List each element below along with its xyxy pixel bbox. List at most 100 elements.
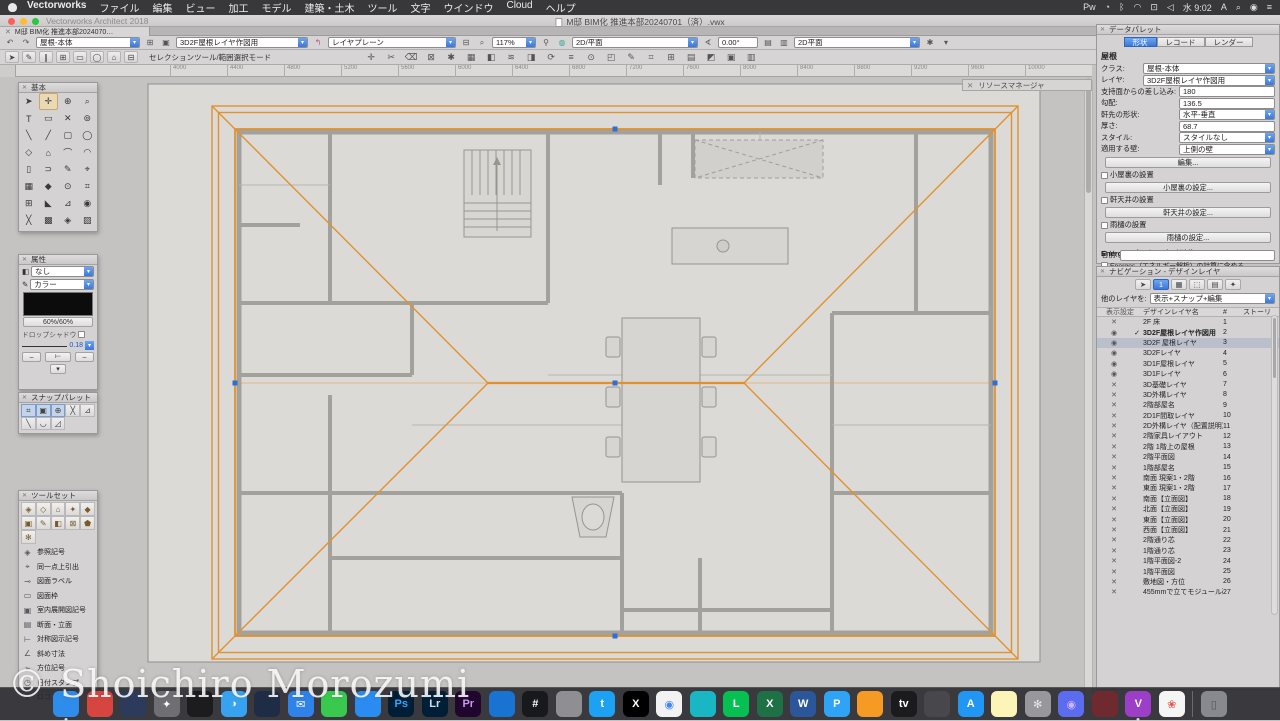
basic-tool-13[interactable]: ⌂	[39, 144, 59, 161]
nav-viewports-icon[interactable]: ⬚	[1189, 279, 1205, 290]
field-dropdown-7[interactable]: 上側の壁▾	[1179, 144, 1275, 155]
basic-tool-23[interactable]: ⌗	[78, 178, 98, 195]
field-dropdown-1[interactable]: 3D2F屋根レイヤ作図用▾	[1143, 75, 1275, 86]
layer-visibility-icon[interactable]: ✕	[1097, 484, 1131, 492]
name-input[interactable]	[1120, 250, 1275, 261]
dock-icon-line[interactable]: L	[723, 691, 749, 717]
volume-icon[interactable]: ◁	[1167, 2, 1174, 13]
basic-tool-31[interactable]: ▨	[78, 212, 98, 229]
selection-mode-icon[interactable]: ➤	[5, 51, 19, 63]
handle-left[interactable]	[233, 381, 238, 386]
option-button-0[interactable]: 小屋裏の設定...	[1105, 182, 1271, 193]
layer-visibility-icon[interactable]: ✕	[1097, 526, 1131, 534]
end-marker-button[interactable]: –	[75, 352, 94, 362]
basic-tool-27[interactable]: ◉	[78, 195, 98, 212]
palette-close-icon[interactable]: ✕	[22, 394, 27, 401]
nav-saved-views-icon[interactable]: ▤	[1207, 279, 1223, 290]
layer-link-icon[interactable]: ↰	[312, 37, 324, 48]
minimize-window-button[interactable]	[20, 18, 27, 25]
basic-tool-3[interactable]: ⌕	[78, 93, 98, 110]
dropdown-arrow-icon[interactable]: ▾	[526, 38, 535, 47]
color-swatch[interactable]	[23, 292, 93, 316]
layer-row-2[interactable]: ◉✓3D2F屋根レイヤ作図用2	[1097, 327, 1279, 337]
class-dropdown[interactable]: 屋根-本体▾	[36, 37, 140, 48]
handle-top[interactable]	[613, 127, 618, 132]
line-weight-dropdown[interactable]: ▾	[85, 341, 94, 350]
data-palette-header[interactable]: ✕ データパレット	[1097, 25, 1279, 35]
clock-status-icon[interactable]: ◔	[1105, 2, 1110, 13]
field-dropdown-4[interactable]: 水平-垂直▾	[1179, 109, 1275, 120]
basic-tool-2[interactable]: ⊕	[58, 93, 78, 110]
column-tool-icon[interactable]: ▥	[744, 51, 758, 63]
zoom-dropdown[interactable]: 117%▾	[492, 37, 536, 48]
pen-icon[interactable]: ✎	[22, 280, 28, 289]
basic-tool-8[interactable]: ╲	[19, 127, 39, 144]
drag-mode-icon[interactable]: ⊟	[124, 51, 138, 63]
basic-tool-6[interactable]: ✕	[58, 110, 78, 127]
data-tab-レコード[interactable]: レコード	[1157, 37, 1205, 47]
star-tool-icon[interactable]: ✱	[444, 51, 458, 63]
dock-icon-photos[interactable]: ❀	[1159, 691, 1185, 717]
pen-style-dropdown[interactable]: カラー ▾	[30, 279, 94, 290]
window-tool-icon[interactable]: ⊞	[664, 51, 678, 63]
marker-style-button[interactable]: ⟝	[45, 352, 71, 362]
menubar-clock[interactable]: 水 9:02	[1183, 1, 1212, 14]
layer-visibility-icon[interactable]: ✕	[1097, 557, 1131, 565]
option-checkbox-2[interactable]	[1101, 222, 1108, 229]
layer-row-27[interactable]: ✕455mmで立てモジュール確認…27	[1097, 587, 1279, 597]
dropdown-arrow-icon[interactable]: ▾	[1265, 64, 1274, 73]
field-input-5[interactable]: 68.7	[1179, 121, 1275, 132]
layer-visibility-icon[interactable]: ✕	[1097, 516, 1131, 524]
dock-icon-notes[interactable]	[991, 691, 1017, 717]
layer-visibility-icon[interactable]: ✕	[1097, 381, 1131, 389]
spotlight-icon[interactable]: ⌕	[1236, 2, 1241, 13]
angle-input[interactable]: 0.00°	[718, 37, 758, 48]
tab-close-icon[interactable]: ✕	[5, 28, 11, 36]
tool-category-6[interactable]: ✎	[36, 516, 51, 530]
layer-row-25[interactable]: ✕1階平面図25	[1097, 566, 1279, 576]
tool-category-8[interactable]: ⊠	[65, 516, 80, 530]
render-dropdown[interactable]: 2D平面▾	[794, 37, 920, 48]
zoom-icon[interactable]: ⌕	[476, 37, 488, 48]
tool-item-2[interactable]: ⊸図面ラベル	[19, 574, 97, 589]
render-options-button[interactable]: ▾	[940, 37, 952, 48]
view-forward-button[interactable]: ↷	[20, 37, 32, 48]
polygon-mode-icon[interactable]: ⌂	[107, 51, 121, 63]
move-mode-icon[interactable]: ⊞	[56, 51, 70, 63]
pw-status-icon[interactable]: Pw	[1083, 2, 1096, 13]
layer-options-dropdown[interactable]: 表示+スナップ+編集 ▾	[1150, 293, 1275, 304]
basic-tool-24[interactable]: ⊞	[19, 195, 39, 212]
dock-icon-app-store[interactable]: A	[958, 691, 984, 717]
annotate-tool-icon[interactable]: ✎	[624, 51, 638, 63]
marker-more-button[interactable]: ▾	[50, 364, 66, 374]
dropdown-arrow-icon[interactable]: ▾	[84, 267, 93, 276]
menu-2[interactable]: 編集	[152, 0, 172, 15]
basic-tool-1[interactable]: ✛	[39, 93, 59, 110]
dropdown-arrow-icon[interactable]: ▾	[446, 38, 455, 47]
apple-menu-icon[interactable]	[8, 3, 17, 12]
layer-visibility-icon[interactable]: ✕	[1097, 536, 1131, 544]
basic-tool-15[interactable]: ◠	[78, 144, 98, 161]
basic-tool-9[interactable]: ╱	[39, 127, 59, 144]
dock-icon-excel[interactable]: X	[757, 691, 783, 717]
tool-category-10[interactable]: ✻	[21, 530, 36, 544]
dock-icon-app-teal[interactable]	[690, 691, 716, 717]
tool-item-3[interactable]: ▭図面枠	[19, 589, 97, 604]
start-marker-button[interactable]: –	[22, 352, 41, 362]
drawing-canvas[interactable]: ✕ リソースマネージャ	[0, 65, 1096, 720]
nav-sheet-layers-icon[interactable]: ▦	[1171, 279, 1187, 290]
layer-list-scrollbar[interactable]	[1271, 315, 1278, 615]
tool-category-4[interactable]: ◆	[80, 502, 95, 516]
basic-tool-17[interactable]: ⊃	[39, 161, 59, 178]
tool-category-9[interactable]: ⬟	[80, 516, 95, 530]
layer-visibility-icon[interactable]: ✕	[1097, 443, 1131, 451]
menu-8[interactable]: 文字	[410, 0, 430, 15]
layer-visibility-icon[interactable]: ✕	[1097, 474, 1131, 482]
layer-row-16[interactable]: ✕南面 現案1・2階16	[1097, 473, 1279, 483]
layer-row-10[interactable]: ✕2D1F間取レイヤ10	[1097, 411, 1279, 421]
fill-style-dropdown[interactable]: なし ▾	[31, 266, 94, 277]
walkthrough-icon[interactable]: ⚲	[540, 37, 552, 48]
class-options-button[interactable]: ⊞	[144, 37, 156, 48]
tool-sets-header[interactable]: ✕ ツールセット	[19, 491, 97, 501]
palette-close-icon[interactable]: ✕	[1100, 268, 1105, 275]
